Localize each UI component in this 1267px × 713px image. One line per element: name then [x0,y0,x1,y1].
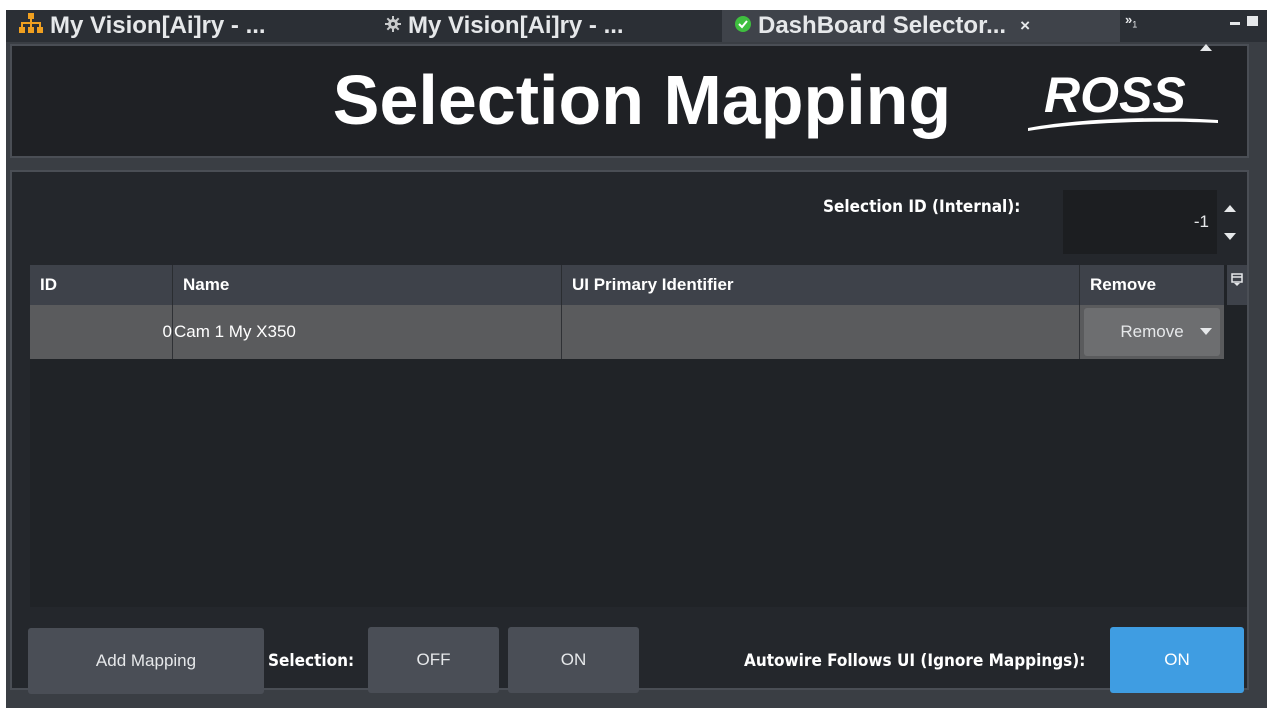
add-mapping-button[interactable]: Add Mapping [28,628,264,694]
tab-my-visionairy-2[interactable]: My Vision[Ai]ry - ... [384,10,714,42]
tab-dashboard-selector[interactable]: DashBoard Selector... × [722,10,1120,42]
gear-icon [384,12,402,40]
column-header-ui-primary-identifier[interactable]: UI Primary Identifier [562,265,1080,305]
scroll-up-icon[interactable] [1200,44,1212,51]
selection-id-value: -1 [1193,212,1209,231]
overflow-count: 1 [1132,19,1138,30]
spinner-down-icon[interactable] [1224,233,1236,240]
tab-label: My Vision[Ai]ry - ... [408,12,624,39]
tab-bar: My Vision[Ai]ry - ... My Vision[Ai]ry - … [6,10,1267,42]
cell-id: 0 [30,305,173,359]
tab-label: My Vision[Ai]ry - ... [50,12,266,39]
column-header-name[interactable]: Name [173,265,562,305]
autowire-label: Autowire Follows UI (Ignore Mappings): [744,651,1086,671]
tab-label: DashBoard Selector... [758,12,1007,39]
logo-text: ROSS [1044,67,1186,123]
column-menu-icon[interactable] [1227,265,1247,305]
selection-off-button[interactable]: OFF [368,627,499,693]
selection-id-field[interactable]: -1 [1063,190,1217,254]
cell-name: Cam 1 My X350 [173,305,562,359]
page-title: Selection Mapping [332,61,952,139]
selection-on-button[interactable]: ON [508,627,639,693]
hierarchy-icon [18,12,44,41]
maximize-icon[interactable] [1247,16,1258,26]
table-scrollbar[interactable] [1226,305,1247,607]
tab-overflow-button[interactable]: »1 [1125,12,1137,30]
cell-ui-primary-identifier [562,305,1080,359]
scroll-down-icon[interactable] [1200,328,1212,335]
table-row[interactable]: 0 Cam 1 My X350 Remove [30,305,1224,359]
mapping-table: ID Name UI Primary Identifier Remove 0 C… [30,265,1247,607]
column-header-id[interactable]: ID [30,265,173,305]
close-icon[interactable]: × [1020,16,1030,36]
table-header: ID Name UI Primary Identifier Remove [30,265,1224,305]
autowire-on-button[interactable]: ON [1110,627,1244,693]
window-controls [1230,16,1264,30]
header-panel: Selection Mapping ROSS [10,44,1249,158]
check-circle-icon [734,12,752,40]
ross-logo: ROSS [1028,67,1218,131]
tab-my-visionairy-1[interactable]: My Vision[Ai]ry - ... [18,10,358,42]
selection-label: Selection: [268,651,355,671]
column-header-remove[interactable]: Remove [1080,265,1224,305]
minimize-icon[interactable] [1230,22,1240,25]
spinner-up-icon[interactable] [1224,205,1236,212]
selection-id-label: Selection ID (Internal): [823,197,1021,217]
